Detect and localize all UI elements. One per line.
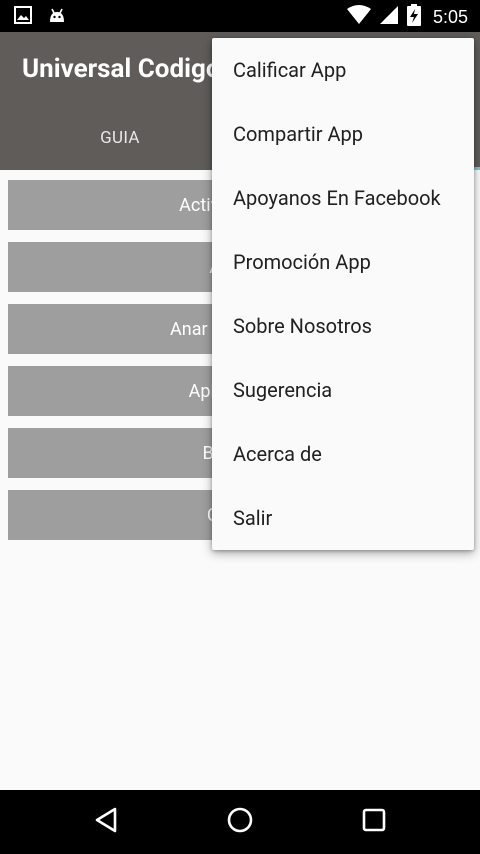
menu-item-apoyanos-facebook[interactable]: Apoyanos En Facebook xyxy=(212,166,474,230)
overflow-menu: Calificar App Compartir App Apoyanos En … xyxy=(212,38,474,550)
app-title: Universal Codigos xyxy=(22,54,234,84)
android-icon xyxy=(48,6,66,28)
battery-charging-icon xyxy=(406,4,421,30)
image-icon xyxy=(14,6,32,28)
wifi-icon xyxy=(346,5,371,29)
navigation-bar xyxy=(0,790,480,854)
menu-item-promocion-app[interactable]: Promoción App xyxy=(212,230,474,294)
screen: 5:05 Universal Codigos GUIA Activar Agen… xyxy=(0,0,480,854)
home-button[interactable] xyxy=(222,804,258,840)
tab-guia[interactable]: GUIA xyxy=(0,106,240,170)
status-bar: 5:05 xyxy=(0,0,480,32)
status-bar-notifications xyxy=(14,6,66,28)
signal-icon xyxy=(379,5,399,29)
recents-button[interactable] xyxy=(356,804,392,840)
status-bar-system: 5:05 xyxy=(346,4,468,30)
back-button[interactable] xyxy=(88,804,124,840)
menu-item-sugerencia[interactable]: Sugerencia xyxy=(212,358,474,422)
menu-item-calificar-app[interactable]: Calificar App xyxy=(212,38,474,102)
menu-item-acerca-de[interactable]: Acerca de xyxy=(212,422,474,486)
menu-item-salir[interactable]: Salir xyxy=(212,486,474,550)
back-icon xyxy=(93,806,119,838)
menu-item-sobre-nosotros[interactable]: Sobre Nosotros xyxy=(212,294,474,358)
home-icon xyxy=(226,806,254,838)
recents-icon xyxy=(361,807,387,837)
status-time: 5:05 xyxy=(432,6,468,27)
menu-item-compartir-app[interactable]: Compartir App xyxy=(212,102,474,166)
